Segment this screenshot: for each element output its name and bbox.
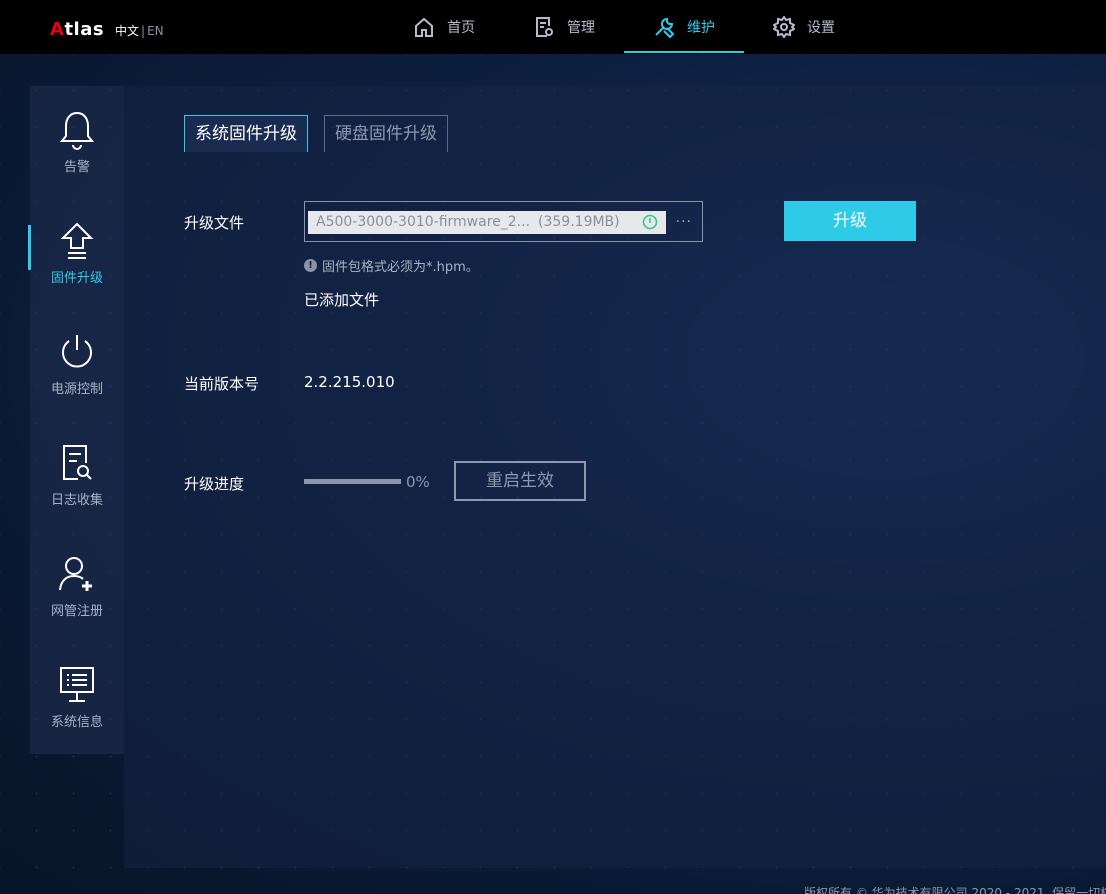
home-icon xyxy=(415,17,433,37)
selected-file-chip: A500-3000-3010-firmware_2... (359.19MB) xyxy=(308,211,666,234)
progress-bar xyxy=(304,479,401,484)
sidebar-item-power[interactable]: 电源控制 xyxy=(30,308,124,419)
manage-doc-icon xyxy=(536,17,553,37)
upgrade-arrow-icon xyxy=(60,221,94,261)
main-panel: 系统固件升级 硬盘固件升级 升级文件 A500-3000-3010-firmwa… xyxy=(124,86,1106,868)
progress-percent: 0% xyxy=(406,473,430,491)
current-version-value: 2.2.215.010 xyxy=(304,373,395,391)
sidebar: 告警 固件升级 电源控制 日志收集 网管注册 系统信息 xyxy=(28,86,124,754)
restart-apply-button[interactable]: 重启生效 xyxy=(454,461,586,501)
file-name: A500-3000-3010-firmware_2... xyxy=(316,214,531,230)
wrench-icon xyxy=(655,17,675,38)
nav-manage[interactable]: 管理 xyxy=(504,0,624,54)
bell-icon xyxy=(60,110,94,150)
monitor-icon xyxy=(58,665,96,705)
upgrade-button[interactable]: 升级 xyxy=(784,201,916,241)
language-switch: 中文 | EN xyxy=(115,24,164,38)
tab-disk-firmware[interactable]: 硬盘固件升级 xyxy=(324,115,448,152)
top-bar: Atlas 中文 | EN 首页 管理 维护 设置 xyxy=(0,0,1106,54)
sidebar-item-nms-register[interactable]: 网管注册 xyxy=(30,530,124,641)
sidebar-item-log[interactable]: 日志收集 xyxy=(30,419,124,530)
nav-settings[interactable]: 设置 xyxy=(744,0,864,54)
nav-maintain[interactable]: 维护 xyxy=(624,0,744,54)
upgrade-file-label: 升级文件 xyxy=(184,214,245,232)
main-nav: 首页 管理 维护 设置 xyxy=(384,0,864,54)
copyright-footer: 版权所有 © 华为技术有限公司 2020 - 2021. 保留一切权利 xyxy=(804,886,1106,894)
tab-system-firmware[interactable]: 系统固件升级 xyxy=(184,115,308,152)
lang-en[interactable]: EN xyxy=(147,24,164,38)
power-icon xyxy=(59,332,95,372)
upgrade-progress-label: 升级进度 xyxy=(184,475,245,493)
sidebar-item-system-info[interactable]: 系统信息 xyxy=(30,641,124,752)
file-size: (359.19MB) xyxy=(538,214,620,230)
user-add-icon xyxy=(58,554,96,594)
file-status-icon xyxy=(642,214,658,234)
file-picker[interactable]: A500-3000-3010-firmware_2... (359.19MB) ·… xyxy=(304,201,703,242)
nav-home[interactable]: 首页 xyxy=(384,0,504,54)
sidebar-item-alarm[interactable]: 告警 xyxy=(30,86,124,197)
file-added-status: 已添加文件 xyxy=(304,291,380,309)
sidebar-item-firmware-upgrade[interactable]: 固件升级 xyxy=(28,197,124,308)
atlas-logo: Atlas xyxy=(50,19,105,40)
browse-more-icon[interactable]: ··· xyxy=(676,214,692,230)
file-format-hint: ! 固件包格式必须为*.hpm。 xyxy=(304,256,479,275)
log-search-icon xyxy=(60,443,94,483)
lang-zh[interactable]: 中文 xyxy=(115,24,139,38)
current-version-label: 当前版本号 xyxy=(184,375,260,393)
info-icon: ! xyxy=(304,259,317,272)
gear-icon xyxy=(773,16,795,38)
